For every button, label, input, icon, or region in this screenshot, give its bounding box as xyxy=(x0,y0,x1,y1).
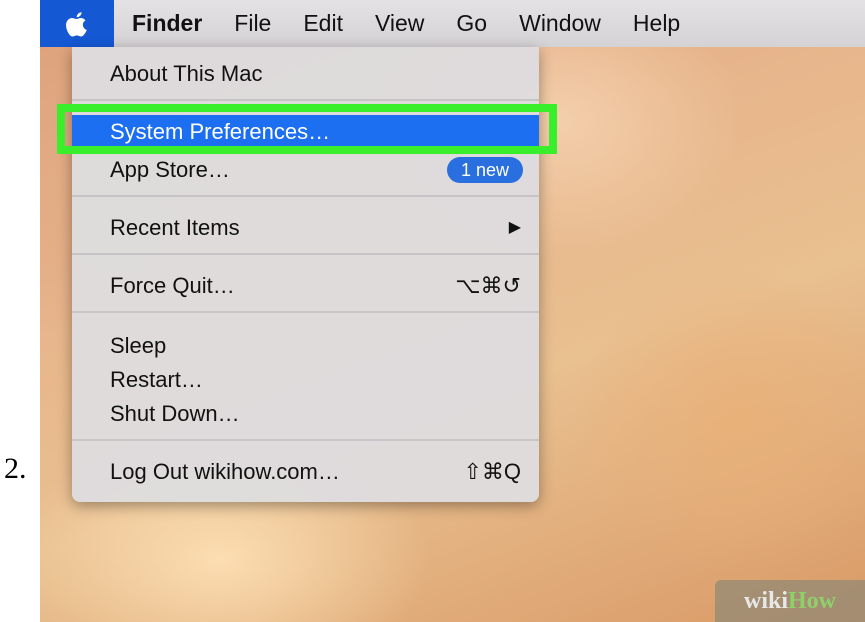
menu-item-label: Restart… xyxy=(110,367,203,392)
menu-item-label: Log Out wikihow.com… xyxy=(110,459,340,484)
menu-edit[interactable]: Edit xyxy=(287,10,359,37)
submenu-arrow-icon: ▶ xyxy=(508,219,521,236)
menu-item-label: Shut Down… xyxy=(110,401,240,426)
keyboard-shortcut: ⇧⌘Q xyxy=(463,459,521,484)
menu-item-sleep[interactable]: Sleep xyxy=(72,329,539,363)
menu-item-label: Force Quit… xyxy=(110,273,235,298)
menu-item-label: About This Mac xyxy=(110,61,263,86)
step-number: 2. xyxy=(4,452,27,485)
menu-separator xyxy=(72,253,539,255)
menu-item-force-quit[interactable]: Force Quit… ⌥⌘↺ xyxy=(72,269,539,303)
menu-separator xyxy=(72,439,539,441)
keyboard-shortcut: ⌥⌘↺ xyxy=(455,273,521,298)
menu-item-shut-down[interactable]: Shut Down… xyxy=(72,397,539,431)
menu-item-app-store[interactable]: App Store… 1 new xyxy=(72,153,539,187)
menu-item-about-this-mac[interactable]: About This Mac xyxy=(72,57,539,91)
apple-menu-button[interactable] xyxy=(40,0,114,47)
menu-separator xyxy=(72,311,539,313)
menu-view[interactable]: View xyxy=(359,10,440,37)
menu-item-label: Recent Items xyxy=(110,215,240,240)
menu-help[interactable]: Help xyxy=(617,10,696,37)
menu-go[interactable]: Go xyxy=(440,10,503,37)
menu-item-label: App Store… xyxy=(110,157,230,182)
menu-separator xyxy=(72,195,539,197)
menu-item-restart[interactable]: Restart… xyxy=(72,363,539,397)
wikihow-watermark: wikiHow xyxy=(715,580,865,622)
highlight-annotation-box xyxy=(57,104,557,154)
menu-item-label: Sleep xyxy=(110,333,167,358)
menu-separator xyxy=(72,99,539,101)
menu-window[interactable]: Window xyxy=(503,10,617,37)
desktop-screen: Finder File Edit View Go Window Help Abo… xyxy=(40,0,865,622)
menu-bar: Finder File Edit View Go Window Help xyxy=(40,0,865,47)
menu-file[interactable]: File xyxy=(218,10,287,37)
menu-item-log-out[interactable]: Log Out wikihow.com… ⇧⌘Q xyxy=(72,455,539,489)
apple-logo-icon xyxy=(66,11,87,36)
menu-item-recent-items[interactable]: Recent Items ▶ xyxy=(72,211,539,245)
update-badge: 1 new xyxy=(446,157,523,183)
menu-finder[interactable]: Finder xyxy=(114,10,218,37)
